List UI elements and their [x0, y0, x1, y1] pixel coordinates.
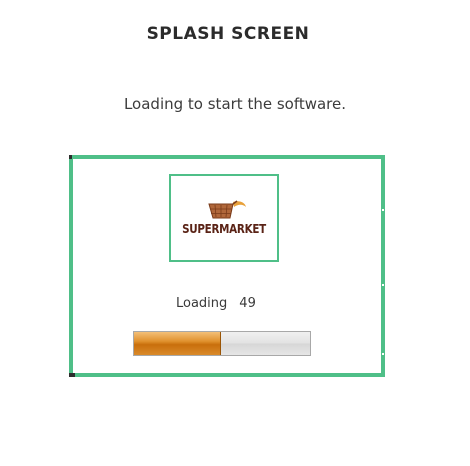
logo-box: SUPERMARKET [169, 174, 279, 262]
brand-name: SUPERMARKET [182, 221, 266, 236]
page-subtitle: Loading to start the software. [123, 95, 347, 113]
splash-window: SUPERMARKET Loading 49 [69, 155, 385, 377]
progress-fill [134, 332, 222, 355]
frame-edge-marks [381, 189, 385, 355]
page-title: SPLASH SCREEN [146, 24, 310, 44]
progress-bar [133, 331, 311, 356]
loading-value: 49 [239, 296, 256, 311]
loading-status: Loading 49 [176, 296, 256, 311]
loading-label: Loading [176, 296, 228, 311]
